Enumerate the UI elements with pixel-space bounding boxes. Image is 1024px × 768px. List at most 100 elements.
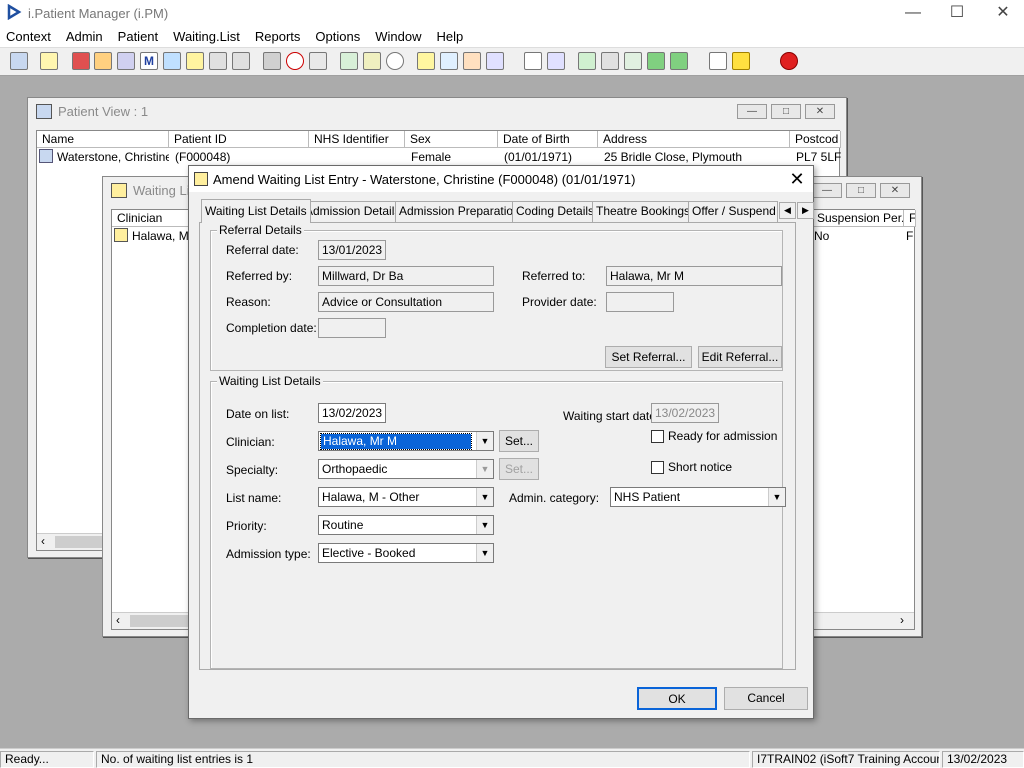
menu-help[interactable]: Help bbox=[436, 29, 463, 44]
col-patient-id[interactable]: Patient ID bbox=[169, 131, 309, 148]
set-referral-button[interactable]: Set Referral... bbox=[605, 346, 692, 368]
person-icon[interactable] bbox=[163, 52, 181, 70]
patient-postcode[interactable]: PL7 5LF bbox=[796, 149, 841, 165]
referred-to-field[interactable]: Halawa, Mr M bbox=[606, 266, 782, 286]
screen-icon[interactable] bbox=[309, 52, 327, 70]
letter-icon[interactable] bbox=[601, 52, 619, 70]
chevron-down-icon[interactable]: ▼ bbox=[476, 460, 493, 478]
menu-reports[interactable]: Reports bbox=[255, 29, 301, 44]
dialog-close-button[interactable]: ✕ bbox=[787, 169, 807, 189]
col-sex[interactable]: Sex bbox=[405, 131, 498, 148]
waiting-list-close-button[interactable]: ✕ bbox=[880, 183, 910, 198]
scroll-thumb[interactable] bbox=[130, 615, 190, 627]
col-address[interactable]: Address bbox=[598, 131, 790, 148]
waiting-list-minimize-button[interactable]: — bbox=[812, 183, 842, 198]
ready-for-admission-checkbox[interactable] bbox=[651, 430, 664, 443]
book-icon[interactable] bbox=[72, 52, 90, 70]
edit-list-icon[interactable] bbox=[440, 52, 458, 70]
close-button[interactable]: ✕ bbox=[980, 0, 1024, 26]
chevron-down-icon[interactable]: ▼ bbox=[476, 432, 493, 450]
admission-type-combo[interactable]: Elective - Booked ▼ bbox=[318, 543, 494, 563]
scroll-left-icon[interactable]: ‹ bbox=[41, 534, 45, 548]
document-icon[interactable] bbox=[117, 52, 135, 70]
clipboard-icon[interactable] bbox=[363, 52, 381, 70]
patient-id[interactable]: (F000048) bbox=[175, 149, 230, 165]
col-nhs-identifier[interactable]: NHS Identifier bbox=[309, 131, 405, 148]
edit-referral-button[interactable]: Edit Referral... bbox=[698, 346, 782, 368]
menu-window[interactable]: Window bbox=[375, 29, 421, 44]
menu-options[interactable]: Options bbox=[315, 29, 360, 44]
short-notice-checkbox[interactable] bbox=[651, 461, 664, 474]
warning-icon[interactable] bbox=[732, 52, 750, 70]
scissors-icon[interactable] bbox=[263, 52, 281, 70]
clinician-combo[interactable]: Halawa, Mr M ▼ bbox=[318, 431, 494, 451]
exit-icon[interactable] bbox=[780, 52, 798, 70]
patient-view-minimize-button[interactable]: — bbox=[737, 104, 767, 119]
patient-address[interactable]: 25 Bridle Close, Plymouth bbox=[604, 149, 742, 165]
list-icon[interactable] bbox=[417, 52, 435, 70]
folder-icon[interactable] bbox=[94, 52, 112, 70]
maximize-button[interactable]: ☐ bbox=[934, 0, 980, 26]
menu-context[interactable]: Context bbox=[6, 29, 51, 44]
patient-sex[interactable]: Female bbox=[411, 149, 451, 165]
reason-field[interactable]: Advice or Consultation bbox=[318, 292, 494, 312]
notes-icon[interactable] bbox=[186, 52, 204, 70]
chevron-down-icon[interactable]: ▼ bbox=[476, 488, 493, 506]
scroll-right-icon[interactable]: › bbox=[900, 613, 904, 627]
m-icon[interactable]: M bbox=[140, 52, 158, 70]
tab-theatre-bookings[interactable]: Theatre Bookings bbox=[592, 201, 695, 222]
wl-entry-f[interactable]: F bbox=[906, 228, 913, 244]
cancel-button[interactable]: Cancel bbox=[724, 687, 808, 710]
list-name-combo[interactable]: Halawa, M - Other ▼ bbox=[318, 487, 494, 507]
completion-date-field[interactable] bbox=[318, 318, 386, 338]
menu-waiting-list[interactable]: Waiting.List bbox=[173, 29, 240, 44]
swap-icon[interactable] bbox=[709, 52, 727, 70]
bar-chart-icon[interactable] bbox=[547, 52, 565, 70]
col-date-of-birth[interactable]: Date of Birth bbox=[498, 131, 598, 148]
menu-patient[interactable]: Patient bbox=[118, 29, 158, 44]
wl-entry-suspension[interactable]: No bbox=[814, 228, 829, 244]
chevron-down-icon[interactable]: ▼ bbox=[768, 488, 785, 506]
flag-icon[interactable] bbox=[209, 52, 227, 70]
tab-admission-details[interactable]: Admission Details bbox=[301, 201, 405, 222]
specialty-combo[interactable]: Orthopaedic ▼ bbox=[318, 459, 494, 479]
scroll-thumb[interactable] bbox=[55, 536, 105, 548]
tab-scroll-left-icon[interactable]: ◀ bbox=[779, 202, 796, 219]
waiting-list-maximize-button[interactable]: □ bbox=[846, 183, 876, 198]
patient-view-maximize-button[interactable]: □ bbox=[771, 104, 801, 119]
col-name[interactable]: Name bbox=[37, 131, 169, 148]
scroll-left-icon[interactable]: ‹ bbox=[116, 613, 120, 627]
tab-admission-preparation[interactable]: Admission Preparation bbox=[395, 201, 524, 222]
admin-category-combo[interactable]: NHS Patient ▼ bbox=[610, 487, 786, 507]
tab-scroll-right-icon[interactable]: ▶ bbox=[797, 202, 814, 219]
mail-icon[interactable] bbox=[624, 52, 642, 70]
chart-icon[interactable] bbox=[340, 52, 358, 70]
tab-waiting-list-details[interactable]: Waiting List Details bbox=[201, 199, 311, 223]
tab-coding-details[interactable]: Coding Details bbox=[512, 201, 599, 222]
green-check-icon[interactable] bbox=[670, 52, 688, 70]
referred-by-field[interactable]: Millward, Dr Ba bbox=[318, 266, 494, 286]
provider-date-field[interactable] bbox=[606, 292, 674, 312]
priority-combo[interactable]: Routine ▼ bbox=[318, 515, 494, 535]
ok-button[interactable]: OK bbox=[637, 687, 717, 710]
bed-icon[interactable] bbox=[232, 52, 250, 70]
menu-admin[interactable]: Admin bbox=[66, 29, 103, 44]
col-suspension-period[interactable]: Suspension Per... bbox=[812, 210, 904, 227]
tab-offer-suspend[interactable]: Offer / Suspend bbox=[688, 201, 778, 222]
referral-date-field[interactable]: 13/01/2023 bbox=[318, 240, 386, 260]
patient-name[interactable]: Waterstone, Christine... bbox=[57, 149, 169, 165]
ambulance-icon[interactable] bbox=[486, 52, 504, 70]
col-clinician[interactable]: Clinician bbox=[112, 210, 192, 227]
minimize-button[interactable]: — bbox=[890, 0, 936, 26]
chevron-down-icon[interactable]: ▼ bbox=[476, 544, 493, 562]
page-icon[interactable] bbox=[524, 52, 542, 70]
clinician-set-button[interactable]: Set... bbox=[499, 430, 539, 452]
date-on-list-field[interactable]: 13/02/2023 bbox=[318, 403, 386, 423]
patient-icon[interactable] bbox=[10, 52, 28, 70]
patient-dob[interactable]: (01/01/1971) bbox=[504, 149, 572, 165]
patient-view-close-button[interactable]: ✕ bbox=[805, 104, 835, 119]
referral-icon[interactable] bbox=[578, 52, 596, 70]
wl-entry-clinician[interactable]: Halawa, Mr bbox=[132, 228, 192, 244]
transfer-icon[interactable] bbox=[463, 52, 481, 70]
col-postcode[interactable]: Postcod bbox=[790, 131, 841, 148]
